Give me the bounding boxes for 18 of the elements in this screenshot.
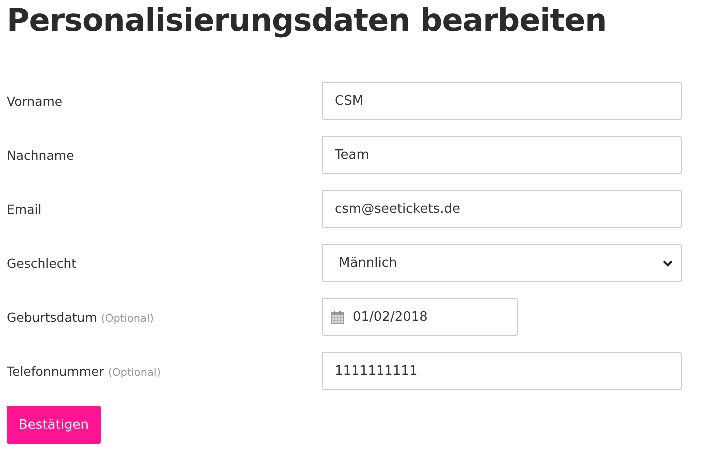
- field-label: Vorname: [7, 94, 63, 108]
- confirm-button[interactable]: Bestätigen: [7, 406, 101, 444]
- gender-dropdown[interactable]: Männlich: [322, 244, 682, 282]
- optional-hint: (Optional): [101, 312, 154, 324]
- text-field[interactable]: Team: [322, 136, 682, 174]
- field-label: Telefonnummer: [7, 364, 104, 378]
- text-field[interactable]: csm@seetickets.de: [322, 190, 682, 228]
- text-field[interactable]: 1111111111: [322, 352, 682, 390]
- date-field[interactable]: 01/02/2018: [322, 298, 518, 336]
- field-label: Geburtsdatum: [7, 310, 98, 324]
- chevron-down-icon: [663, 260, 673, 266]
- calendar-icon: [331, 310, 344, 324]
- field-label: Nachname: [7, 148, 74, 162]
- optional-hint: (Optional): [108, 366, 161, 378]
- field-label: Email: [7, 202, 42, 216]
- page-title: Personalisierungsdaten bearbeiten: [7, 3, 607, 39]
- field-label: Geschlecht: [7, 256, 77, 270]
- text-field[interactable]: CSM: [322, 82, 682, 120]
